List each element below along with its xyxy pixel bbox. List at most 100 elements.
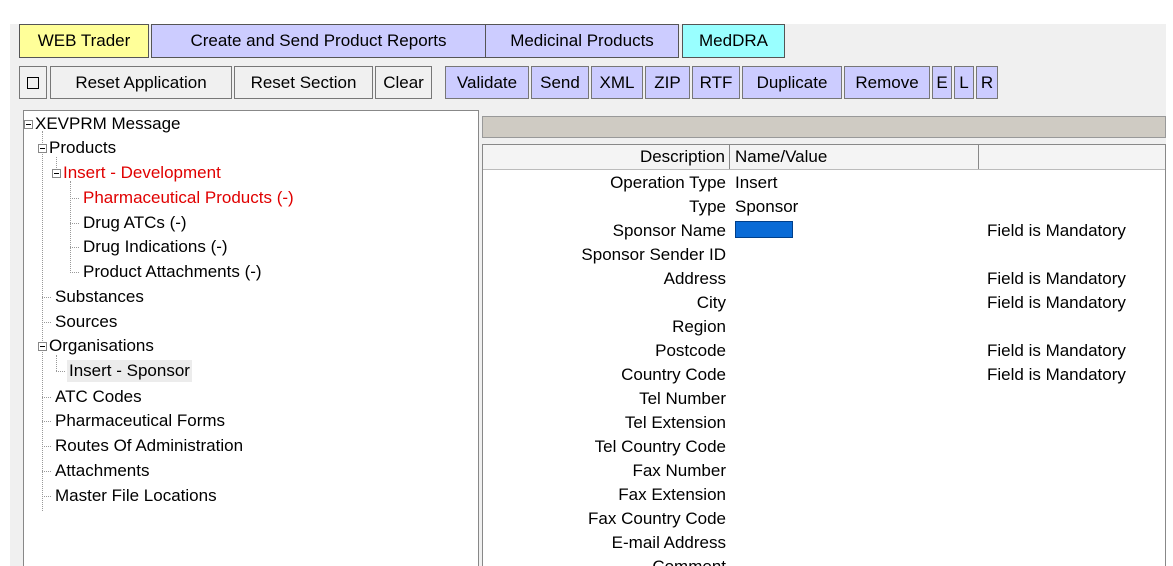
tree-line — [42, 297, 51, 298]
rtf-button[interactable]: RTF — [692, 66, 740, 99]
tree-line — [70, 272, 79, 273]
validation-message: Field is Mandatory — [987, 365, 1126, 384]
tree-line — [70, 181, 71, 273]
field-label: Country Code — [621, 365, 726, 384]
collapse-icon[interactable] — [24, 120, 33, 129]
sponsor-name-input[interactable] — [735, 221, 793, 238]
grid-row-fax-extension[interactable]: Fax Extension — [483, 483, 1165, 507]
tree-node-substances[interactable]: Substances — [55, 286, 144, 308]
tree-line — [42, 471, 51, 472]
app-window: WEB Trader Create and Send Product Repor… — [10, 12, 1166, 566]
field-label: Fax Country Code — [588, 509, 726, 528]
field-label: Tel Country Code — [594, 437, 726, 456]
tree-node-insert-sponsor[interactable]: Insert - Sponsor — [67, 360, 192, 382]
tree-node-drug-indications[interactable]: Drug Indications (-) — [83, 236, 228, 258]
grid-row-fax-country-code[interactable]: Fax Country Code — [483, 507, 1165, 531]
tree-line — [70, 247, 79, 248]
tree-node-product-attachments[interactable]: Product Attachments (-) — [83, 261, 262, 283]
validation-message: Field is Mandatory — [987, 293, 1126, 312]
grid-row-operation-type[interactable]: Operation Type Insert — [483, 171, 1165, 195]
collapse-icon[interactable] — [52, 169, 61, 178]
tree-line — [42, 496, 51, 497]
grid-row-sponsor-name[interactable]: Sponsor Name Field is Mandatory — [483, 219, 1165, 243]
grid-row-comment[interactable]: Comment — [483, 555, 1165, 566]
column-header-description[interactable]: Description — [483, 145, 730, 169]
field-label: Region — [672, 317, 726, 336]
field-value[interactable]: Insert — [735, 171, 778, 195]
field-label: Address — [663, 269, 726, 288]
tree-node-atc-codes[interactable]: ATC Codes — [55, 386, 142, 408]
e-button[interactable]: E — [932, 66, 952, 99]
clear-button[interactable]: Clear — [375, 66, 432, 99]
validate-button[interactable]: Validate — [445, 66, 529, 99]
field-label: City — [696, 293, 726, 312]
tree-node-sources[interactable]: Sources — [55, 311, 117, 333]
reset-section-button[interactable]: Reset Section — [234, 66, 373, 99]
tree-line — [70, 198, 79, 199]
tree-node-pharmaceutical-products[interactable]: Pharmaceutical Products (-) — [83, 187, 294, 209]
tree-node-organisations[interactable]: Organisations — [49, 335, 154, 357]
tab-web-trader[interactable]: WEB Trader — [19, 24, 149, 58]
grid-row-postcode[interactable]: Postcode Field is Mandatory — [483, 339, 1165, 363]
validation-message: Field is Mandatory — [987, 221, 1126, 240]
r-button[interactable]: R — [976, 66, 998, 99]
tree-node-master-file-locations[interactable]: Master File Locations — [55, 485, 217, 507]
grid-row-address[interactable]: Address Field is Mandatory — [483, 267, 1165, 291]
property-grid: Description Name/Value Operation Type In… — [482, 144, 1166, 566]
tab-meddra[interactable]: MedDRA — [682, 24, 785, 58]
grid-row-city[interactable]: City Field is Mandatory — [483, 291, 1165, 315]
tree-line — [70, 223, 79, 224]
tree-node-attachments[interactable]: Attachments — [55, 460, 150, 482]
grid-row-region[interactable]: Region — [483, 315, 1165, 339]
title-strip — [10, 12, 1166, 24]
grid-header: Description Name/Value — [483, 145, 1165, 170]
toggle-panel-button[interactable] — [19, 66, 47, 99]
xml-button[interactable]: XML — [591, 66, 643, 99]
column-header-name-value[interactable]: Name/Value — [731, 145, 979, 169]
tree-node-xevprm-message[interactable]: XEVPRM Message — [35, 113, 181, 135]
reset-application-button[interactable]: Reset Application — [50, 66, 232, 99]
tree-node-products[interactable]: Products — [49, 137, 116, 159]
field-label: Sponsor Name — [612, 221, 726, 240]
duplicate-button[interactable]: Duplicate — [742, 66, 842, 99]
tab-medicinal-products[interactable]: Medicinal Products — [485, 24, 679, 58]
zip-button[interactable]: ZIP — [645, 66, 690, 99]
grid-row-fax-number[interactable]: Fax Number — [483, 459, 1165, 483]
field-label: E-mail Address — [611, 533, 726, 552]
section-title-bar — [482, 116, 1166, 138]
tree-node-drug-atcs[interactable]: Drug ATCs (-) — [83, 212, 187, 234]
grid-row-country-code[interactable]: Country Code Field is Mandatory — [483, 363, 1165, 387]
field-value[interactable]: Sponsor — [735, 195, 798, 219]
grid-row-tel-extension[interactable]: Tel Extension — [483, 411, 1165, 435]
validation-message: Field is Mandatory — [987, 269, 1126, 288]
field-label: Fax Number — [632, 461, 726, 480]
tab-create-send-product-reports[interactable]: Create and Send Product Reports — [151, 24, 486, 58]
collapse-icon[interactable] — [38, 342, 47, 351]
l-button[interactable]: L — [954, 66, 974, 99]
remove-button[interactable]: Remove — [844, 66, 930, 99]
grid-row-email-address[interactable]: E-mail Address — [483, 531, 1165, 555]
validation-message: Field is Mandatory — [987, 341, 1126, 360]
tree-line — [42, 131, 43, 511]
field-label: Operation Type — [610, 173, 726, 192]
field-label: Comment — [483, 555, 726, 566]
tree-line — [42, 322, 51, 323]
field-label: Sponsor Sender ID — [581, 245, 726, 264]
grid-row-tel-number[interactable]: Tel Number — [483, 387, 1165, 411]
tree-panel: XEVPRM Message Products Insert - Develop… — [23, 110, 479, 566]
tree-line — [42, 421, 51, 422]
field-label: Fax Extension — [618, 485, 726, 504]
tree-node-insert-development[interactable]: Insert - Development — [63, 162, 221, 184]
tree-line — [42, 446, 51, 447]
tree-node-pharmaceutical-forms[interactable]: Pharmaceutical Forms — [55, 410, 225, 432]
tree-line — [56, 371, 65, 372]
collapse-icon[interactable] — [38, 144, 47, 153]
tree-node-routes-of-administration[interactable]: Routes Of Administration — [55, 435, 243, 457]
field-label: Type — [689, 197, 726, 216]
field-label: Tel Extension — [624, 413, 726, 432]
column-header-message[interactable] — [980, 145, 1165, 169]
grid-row-type[interactable]: Type Sponsor — [483, 195, 1165, 219]
grid-row-sponsor-sender-id[interactable]: Sponsor Sender ID — [483, 243, 1165, 267]
send-button[interactable]: Send — [531, 66, 589, 99]
grid-row-tel-country-code[interactable]: Tel Country Code — [483, 435, 1165, 459]
